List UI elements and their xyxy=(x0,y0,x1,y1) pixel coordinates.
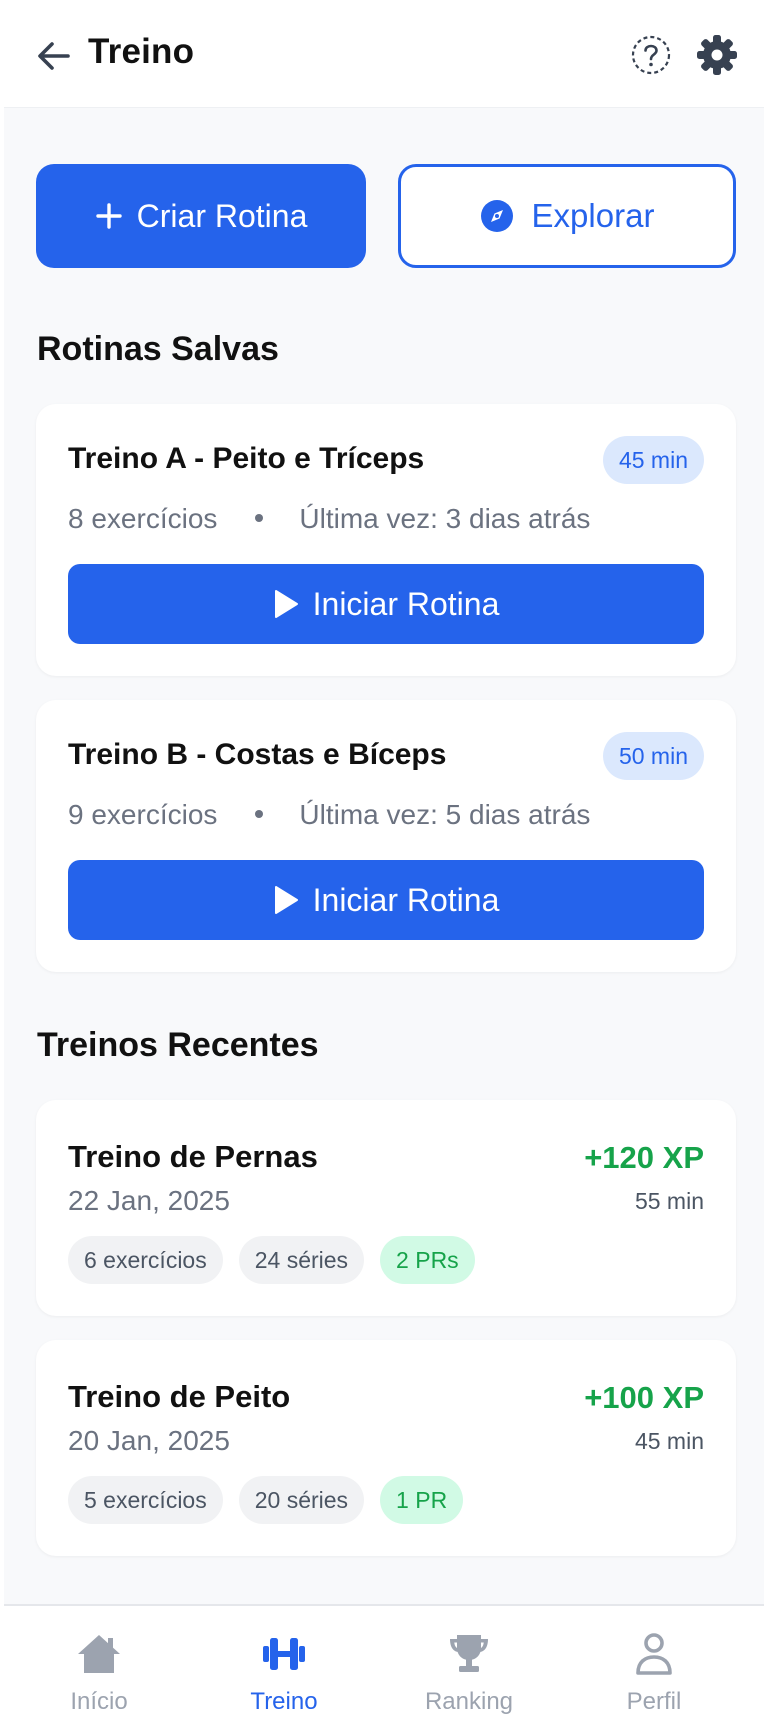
workout-stats: 6 exercícios 24 séries 2 PRs xyxy=(68,1236,475,1284)
top-app-bar: Treino xyxy=(4,0,764,108)
pr-chip: 2 PRs xyxy=(380,1236,475,1284)
home-icon xyxy=(78,1635,120,1673)
routine-card: Treino B - Costas e Bíceps 50 min 9 exer… xyxy=(36,700,736,972)
app-screen: Treino Criar Rotina Explorar Rotinas Sal… xyxy=(4,0,764,1736)
exercises-chip: 5 exercícios xyxy=(68,1476,223,1524)
play-icon xyxy=(274,590,298,618)
nav-item-ranking[interactable]: Ranking xyxy=(374,1606,564,1736)
explore-button[interactable]: Explorar xyxy=(398,164,736,268)
separator-dot xyxy=(255,513,264,522)
xp-earned: +120 XP xyxy=(584,1140,704,1175)
exercise-count: 8 exercícios xyxy=(68,503,218,534)
exercise-count: 9 exercícios xyxy=(68,799,218,830)
duration-badge: 50 min xyxy=(602,732,704,780)
user-profile-icon xyxy=(636,1633,672,1675)
settings-gear-icon[interactable] xyxy=(694,32,740,78)
nav-label: Treino xyxy=(250,1688,318,1715)
nav-label: Perfil xyxy=(626,1688,682,1715)
back-arrow-icon[interactable] xyxy=(34,36,74,76)
workout-card[interactable]: Treino de Pernas 22 Jan, 2025 +120 XP 55… xyxy=(36,1100,736,1316)
recent-workouts-heading: Treinos Recentes xyxy=(37,1026,319,1064)
bottom-navigation: Início Treino Ranking Perfil xyxy=(4,1604,764,1736)
pr-chip: 1 PR xyxy=(380,1476,464,1524)
workout-card[interactable]: Treino de Peito 20 Jan, 2025 +100 XP 45 … xyxy=(36,1340,736,1556)
create-routine-button[interactable]: Criar Rotina xyxy=(36,164,366,268)
nav-item-perfil[interactable]: Perfil xyxy=(559,1606,749,1736)
routine-name: Treino A - Peito e Tríceps xyxy=(68,442,425,475)
start-routine-label: Iniciar Rotina xyxy=(312,881,500,918)
create-routine-label: Criar Rotina xyxy=(136,197,308,234)
exercises-chip: 6 exercícios xyxy=(68,1236,223,1284)
page-title: Treino xyxy=(88,32,195,71)
last-done: Última vez: 5 dias atrás xyxy=(299,799,591,830)
last-done: Última vez: 3 dias atrás xyxy=(299,503,591,534)
routine-name: Treino B - Costas e Bíceps xyxy=(68,738,447,771)
workout-duration: 55 min xyxy=(634,1188,704,1214)
nav-label: Ranking xyxy=(424,1688,514,1715)
dumbbell-icon xyxy=(263,1638,305,1670)
xp-earned: +100 XP xyxy=(584,1380,704,1415)
workout-date: 20 Jan, 2025 xyxy=(68,1425,230,1456)
series-chip: 24 séries xyxy=(238,1236,365,1284)
start-routine-button[interactable]: Iniciar Rotina xyxy=(68,860,704,940)
workout-duration: 45 min xyxy=(634,1428,704,1454)
compass-icon xyxy=(480,200,513,232)
series-chip: 20 séries xyxy=(238,1476,365,1524)
routine-meta: 9 exercícios Última vez: 5 dias atrás xyxy=(68,799,590,831)
workout-name: Treino de Peito xyxy=(68,1379,291,1414)
routine-card: Treino A - Peito e Tríceps 45 min 8 exer… xyxy=(36,404,736,676)
plus-icon xyxy=(95,203,122,229)
nav-item-treino[interactable]: Treino xyxy=(189,1606,379,1736)
nav-item-inicio[interactable]: Início xyxy=(4,1606,194,1736)
duration-badge: 45 min xyxy=(602,436,704,484)
separator-dot xyxy=(255,809,264,818)
routine-meta: 8 exercícios Última vez: 3 dias atrás xyxy=(68,503,590,535)
workout-stats: 5 exercícios 20 séries 1 PR xyxy=(68,1476,464,1524)
help-icon[interactable] xyxy=(630,34,672,76)
explore-label: Explorar xyxy=(531,197,655,234)
nav-label: Início xyxy=(70,1688,128,1715)
start-routine-label: Iniciar Rotina xyxy=(312,585,500,622)
saved-routines-heading: Rotinas Salvas xyxy=(37,330,279,368)
workout-date: 22 Jan, 2025 xyxy=(68,1185,230,1216)
workout-name: Treino de Pernas xyxy=(68,1139,318,1174)
trophy-icon xyxy=(450,1635,488,1672)
start-routine-button[interactable]: Iniciar Rotina xyxy=(68,564,704,644)
play-icon xyxy=(274,886,298,914)
